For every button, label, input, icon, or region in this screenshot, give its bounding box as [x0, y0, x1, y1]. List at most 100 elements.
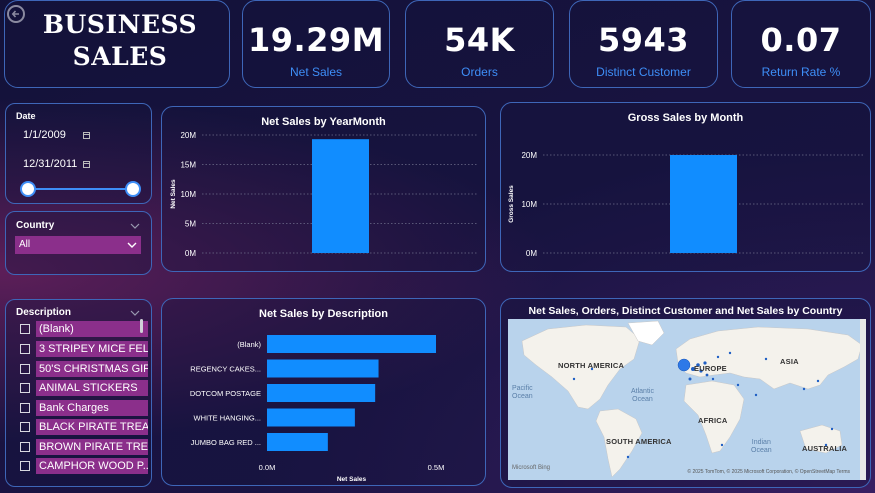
checkbox[interactable]: [20, 422, 30, 432]
date-slicer: Date 1/1/2009 12/31/2011: [5, 103, 152, 204]
y-tick-label: 5M: [185, 220, 196, 229]
checkbox[interactable]: [20, 442, 30, 452]
page-title: BUSINESS SALES: [42, 10, 198, 71]
category-label: WHITE HANGING...: [194, 414, 262, 423]
scrollbar[interactable]: [140, 319, 143, 333]
country-bubble: [711, 377, 715, 381]
kpi-value: 54K: [444, 21, 515, 59]
world-map[interactable]: NORTH AMERICA EUROPE ASIA AFRICA SOUTH A…: [508, 319, 866, 480]
date-range-end-handle[interactable]: [125, 181, 141, 197]
category-label: (Blank): [237, 340, 261, 349]
calendar-icon[interactable]: [83, 161, 90, 168]
country-bubble: [736, 383, 740, 387]
y-tick-label: 0M: [526, 249, 537, 258]
list-item[interactable]: CAMPHOR WOOD P...: [16, 458, 148, 474]
map-label-south-america: SOUTH AMERICA: [606, 437, 672, 446]
chevron-down-icon: [127, 242, 137, 248]
world-map-shapes: [521, 320, 863, 478]
country-bubble: [688, 377, 692, 381]
kpi-value: 5943: [597, 21, 690, 59]
map-title: Net Sales, Orders, Distinct Customer and…: [528, 305, 843, 317]
y-tick-label: 10M: [521, 200, 537, 209]
calendar-icon[interactable]: [83, 132, 90, 139]
list-item-label: 50'S CHRISTMAS GIF...: [36, 361, 148, 377]
title-card: BUSINESS SALES: [4, 0, 230, 88]
list-item[interactable]: 3 STRIPEY MICE FELT...: [16, 341, 148, 357]
map-attribution: © 2025 TomTom, © 2025 Microsoft Corporat…: [687, 469, 850, 475]
ocean-label-atlantic: Atlantic Ocean: [631, 388, 654, 403]
list-item-label: CAMPHOR WOOD P...: [36, 458, 148, 474]
bar: [267, 359, 379, 378]
checkbox[interactable]: [20, 324, 30, 334]
list-item[interactable]: Bank Charges: [16, 400, 148, 416]
map-label-australia: AUSTRALIA: [802, 444, 848, 453]
map-label-africa: AFRICA: [698, 416, 728, 425]
country-bubble: [716, 355, 720, 359]
x-axis-label: Net Sales: [337, 476, 367, 483]
y-axis-label: Gross Sales: [508, 185, 515, 223]
country-bubble-uk: [677, 358, 691, 372]
checkbox[interactable]: [20, 383, 30, 393]
chart-plot: 0M 5M 10M 15M 20M Net Sales: [170, 131, 478, 258]
country-slicer: Country All: [5, 211, 152, 275]
map-label-north-america: NORTH AMERICA: [558, 361, 625, 370]
net-sales-by-yearmonth-chart: Net Sales by YearMonth 0M 5M 10M 15M 20M Net …: [161, 106, 486, 272]
description-slicer-label: Description: [16, 307, 72, 318]
list-item[interactable]: BROWN PIRATE TREA...: [16, 439, 148, 455]
country-dropdown[interactable]: All: [15, 236, 141, 254]
bar: [267, 433, 328, 451]
kpi-value: 0.07: [760, 21, 842, 59]
net-sales-by-description-chart: Net Sales by Description (Blank) REGENCY …: [161, 298, 486, 486]
country-bubble: [830, 427, 834, 431]
kpi-label: Distinct Customer: [596, 65, 691, 79]
list-item-label: Bank Charges: [36, 400, 148, 416]
map-scrollbar[interactable]: [860, 319, 866, 480]
country-bubble: [816, 379, 820, 383]
chevron-down-icon[interactable]: [130, 310, 140, 316]
checkbox[interactable]: [20, 344, 30, 354]
chevron-down-icon[interactable]: [130, 223, 140, 229]
list-item-label: BROWN PIRATE TREA...: [36, 439, 148, 455]
country-bubble: [764, 357, 768, 361]
country-bubble: [728, 351, 732, 355]
list-item[interactable]: 50'S CHRISTMAS GIF...: [16, 361, 148, 377]
y-tick-label: 20M: [521, 151, 537, 160]
date-range-track[interactable]: [27, 188, 133, 190]
checkbox[interactable]: [20, 461, 30, 471]
list-item[interactable]: ANIMAL STICKERS: [16, 380, 148, 396]
bing-logo: Microsoft Bing: [512, 465, 551, 471]
y-tick-label: 15M: [180, 161, 196, 170]
kpi-value: 19.29M: [247, 21, 385, 59]
list-item-label: ANIMAL STICKERS: [36, 380, 148, 396]
chart-plot: 0M 10M 20M Gross Sales: [508, 151, 865, 258]
country-bubble: [720, 443, 724, 447]
kpi-card-net-sales: 19.29M Net Sales: [242, 0, 390, 88]
country-selected-value: All: [19, 239, 31, 250]
kpi-card-return-rate: 0.07 Return Rate %: [731, 0, 871, 88]
map-label-asia: ASIA: [780, 357, 799, 366]
list-item[interactable]: BLACK PIRATE TREAS...: [16, 419, 148, 435]
country-bubble: [572, 377, 576, 381]
list-item-label: BLACK PIRATE TREAS...: [36, 419, 148, 435]
country-bubble: [802, 387, 806, 391]
checkbox[interactable]: [20, 364, 30, 374]
checkbox[interactable]: [20, 403, 30, 413]
ocean-label-pacific: Pacific Ocean: [512, 385, 533, 400]
category-label: JUMBO BAG RED ...: [191, 438, 261, 447]
x-tick-label: 0.0M: [259, 463, 276, 472]
description-slicer: Description (Blank) 3 STRIPEY MICE FELT.…: [5, 299, 152, 487]
list-item[interactable]: (Blank): [16, 321, 148, 337]
end-date-input[interactable]: 12/31/2011: [23, 158, 77, 170]
x-tick-label: 0.5M: [428, 463, 445, 472]
bar: [267, 384, 376, 402]
country-bubble: [754, 393, 758, 397]
list-item-label: 3 STRIPEY MICE FELT...: [36, 341, 148, 357]
y-tick-label: 20M: [180, 131, 196, 140]
start-date-input[interactable]: 1/1/2009: [23, 129, 66, 141]
bar: [267, 335, 436, 353]
country-bubble: [705, 373, 709, 377]
kpi-card-distinct-customer: 5943 Distinct Customer: [569, 0, 718, 88]
country-slicer-label: Country: [16, 220, 55, 231]
y-tick-label: 10M: [180, 190, 196, 199]
date-range-start-handle[interactable]: [20, 181, 36, 197]
